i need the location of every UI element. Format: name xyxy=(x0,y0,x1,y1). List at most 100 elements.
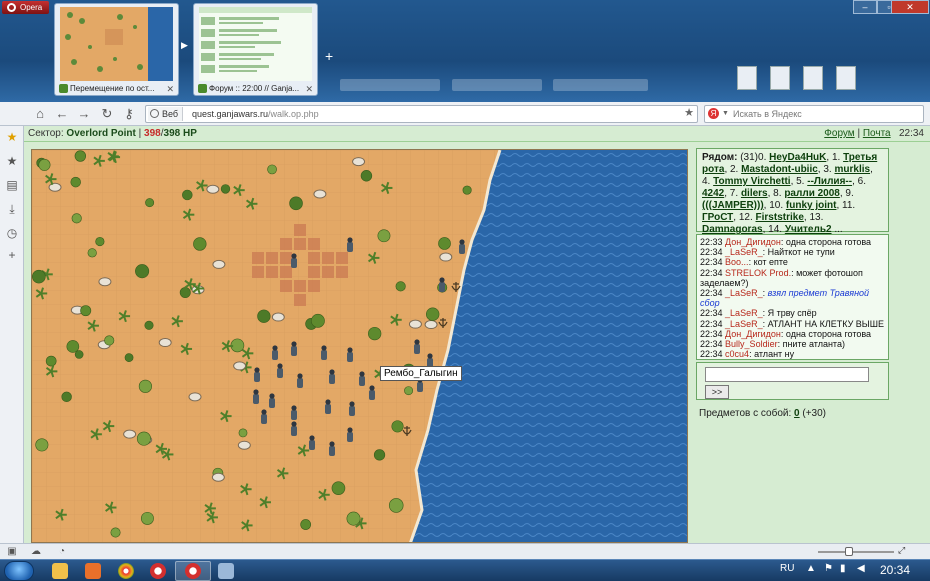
chat-send-button[interactable]: >> xyxy=(705,385,729,399)
chat-nick[interactable]: c0cu4 xyxy=(725,349,749,359)
chat-nick[interactable]: Bully_Soldier xyxy=(725,339,778,349)
player-marker[interactable] xyxy=(253,389,259,404)
nearby-player-link[interactable]: Mastadont-ubiic xyxy=(741,164,818,175)
explorer-icon[interactable] xyxy=(52,563,68,579)
speed-icon[interactable]: ◔ xyxy=(56,546,68,557)
cloud-icon[interactable]: ☁ xyxy=(30,546,42,557)
chat-log[interactable]: 22:33 Дон_Дигидон: одна сторона готова 22… xyxy=(696,234,889,360)
forum-link[interactable]: Форум xyxy=(824,128,854,139)
minimize-button[interactable]: – xyxy=(853,0,877,14)
nearby-player-link[interactable]: 4242 xyxy=(702,188,724,199)
player-marker[interactable] xyxy=(329,369,335,384)
player-marker[interactable] xyxy=(269,393,275,408)
player-marker[interactable] xyxy=(329,441,335,456)
tab-close-icon[interactable]: ✕ xyxy=(305,84,313,95)
flag-icon[interactable]: ⚑ xyxy=(824,563,833,574)
app-icon[interactable] xyxy=(218,563,234,579)
player-marker[interactable] xyxy=(359,371,365,386)
player-marker[interactable] xyxy=(439,277,445,292)
history-icon[interactable]: ◷ xyxy=(5,226,19,240)
tab-arrow-icon[interactable]: ▶ xyxy=(181,40,188,51)
player-marker[interactable] xyxy=(369,385,375,400)
player-marker[interactable] xyxy=(291,405,297,420)
favorites-icon[interactable]: ★ xyxy=(5,154,19,168)
url-input[interactable]: Веб quest.ganjawars.ru/walk.op.php ★ xyxy=(145,105,698,123)
forward-icon[interactable]: → xyxy=(76,106,92,122)
chrome-icon[interactable] xyxy=(118,563,134,579)
notes-icon[interactable]: ▤ xyxy=(5,178,19,192)
player-marker[interactable] xyxy=(291,253,297,268)
player-marker[interactable] xyxy=(347,347,353,362)
volume-icon[interactable]: ◀ xyxy=(857,563,865,574)
player-marker[interactable] xyxy=(277,363,283,378)
chat-nick[interactable]: _LaSeR_ xyxy=(725,288,763,298)
bush xyxy=(32,269,46,284)
player-marker[interactable] xyxy=(261,409,267,424)
chat-nick[interactable]: Дон_Дигидон xyxy=(725,237,781,247)
chat-nick[interactable]: Дон_Дигидон xyxy=(725,329,781,339)
opera-taskbar-active-icon[interactable] xyxy=(185,563,201,579)
tab-walk[interactable]: Перемещение по ост... ✕ xyxy=(54,3,179,96)
tray-arrow-icon[interactable]: ▲ xyxy=(806,563,816,574)
player-marker[interactable] xyxy=(309,435,315,450)
language-indicator[interactable]: RU xyxy=(780,563,794,574)
player-marker[interactable] xyxy=(325,399,331,414)
nearby-player-link[interactable]: murklis xyxy=(834,164,870,175)
chat-input[interactable] xyxy=(705,367,869,382)
nearby-player-link[interactable]: dilers xyxy=(741,188,768,199)
player-marker[interactable] xyxy=(272,345,278,360)
new-tab-button[interactable]: + xyxy=(325,48,333,64)
zoom-icon[interactable]: ⤢ xyxy=(898,545,905,556)
add-panel-icon[interactable]: + xyxy=(5,248,19,262)
player-marker[interactable] xyxy=(347,427,353,442)
nearby-player-link[interactable]: funky joint xyxy=(786,200,837,211)
player-marker[interactable] xyxy=(349,401,355,416)
zoom-slider[interactable] xyxy=(818,551,894,553)
player-marker[interactable] xyxy=(347,237,353,252)
player-marker[interactable] xyxy=(321,345,327,360)
reload-icon[interactable]: ↻ xyxy=(99,106,115,122)
player-marker[interactable] xyxy=(254,367,260,382)
nearby-player-link[interactable]: --Лилия-- xyxy=(807,176,852,187)
tab-forum[interactable]: Форум :: 22:00 // Ganja... ✕ xyxy=(193,3,318,96)
panel-toggle-icon[interactable]: ▣ xyxy=(6,546,18,557)
opera-menu-button[interactable]: Opera xyxy=(2,1,49,14)
network-icon[interactable]: ▮ xyxy=(840,563,846,574)
media-player-icon[interactable] xyxy=(85,563,101,579)
back-icon[interactable]: ← xyxy=(54,106,70,122)
chat-nick[interactable]: _LaSeR_ xyxy=(725,247,763,257)
nearby-player-link[interactable]: (((JAMPER))) xyxy=(702,200,764,211)
island-map[interactable]: Рембо_Галыгин xyxy=(31,149,688,543)
chat-nick[interactable]: Boo... xyxy=(725,257,749,267)
nearby-player-link[interactable]: Firststrike xyxy=(756,212,804,223)
nearby-player-link[interactable]: HeyDa4HuK xyxy=(769,152,826,163)
nearby-player-link[interactable]: Tommy Virchetti xyxy=(713,176,790,187)
start-button[interactable] xyxy=(4,561,34,581)
bookmarks-star-icon[interactable]: ★ xyxy=(5,130,19,144)
nearby-player-link[interactable]: ралли 2008 xyxy=(784,188,840,199)
player-marker[interactable] xyxy=(291,421,297,436)
chat-nick[interactable]: _LaSeR_ xyxy=(725,319,763,329)
player-marker[interactable] xyxy=(459,239,465,254)
player-marker[interactable] xyxy=(414,339,420,354)
downloads-icon[interactable]: ⤓ xyxy=(5,202,19,216)
opera-taskbar-icon[interactable] xyxy=(150,563,166,579)
close-window-button[interactable]: ✕ xyxy=(891,0,929,14)
nearby-player-link[interactable]: ГРоСТ xyxy=(702,212,733,223)
player-marker[interactable] xyxy=(297,373,303,388)
web-badge[interactable]: Веб xyxy=(148,107,184,121)
key-icon[interactable]: ⚷ xyxy=(121,106,137,122)
search-input[interactable]: Я ▼ Искать в Яндекс xyxy=(704,105,924,123)
chevron-down-icon[interactable]: ▼ xyxy=(722,106,729,122)
mail-link[interactable]: Почта xyxy=(863,128,891,139)
chat-nick[interactable]: _LaSeR_ xyxy=(725,308,763,318)
home-icon[interactable]: ⌂ xyxy=(32,106,48,122)
map-canvas[interactable] xyxy=(32,150,688,543)
zoom-slider-handle[interactable] xyxy=(845,547,853,556)
items-count-link[interactable]: 0 xyxy=(794,408,800,419)
player-marker[interactable] xyxy=(291,341,297,356)
bookmark-star-icon[interactable]: ★ xyxy=(684,106,694,119)
tab-close-icon[interactable]: ✕ xyxy=(166,84,174,95)
chat-time: 22:34 xyxy=(700,328,723,339)
chat-nick[interactable]: STRELOK Prod. xyxy=(725,268,791,278)
